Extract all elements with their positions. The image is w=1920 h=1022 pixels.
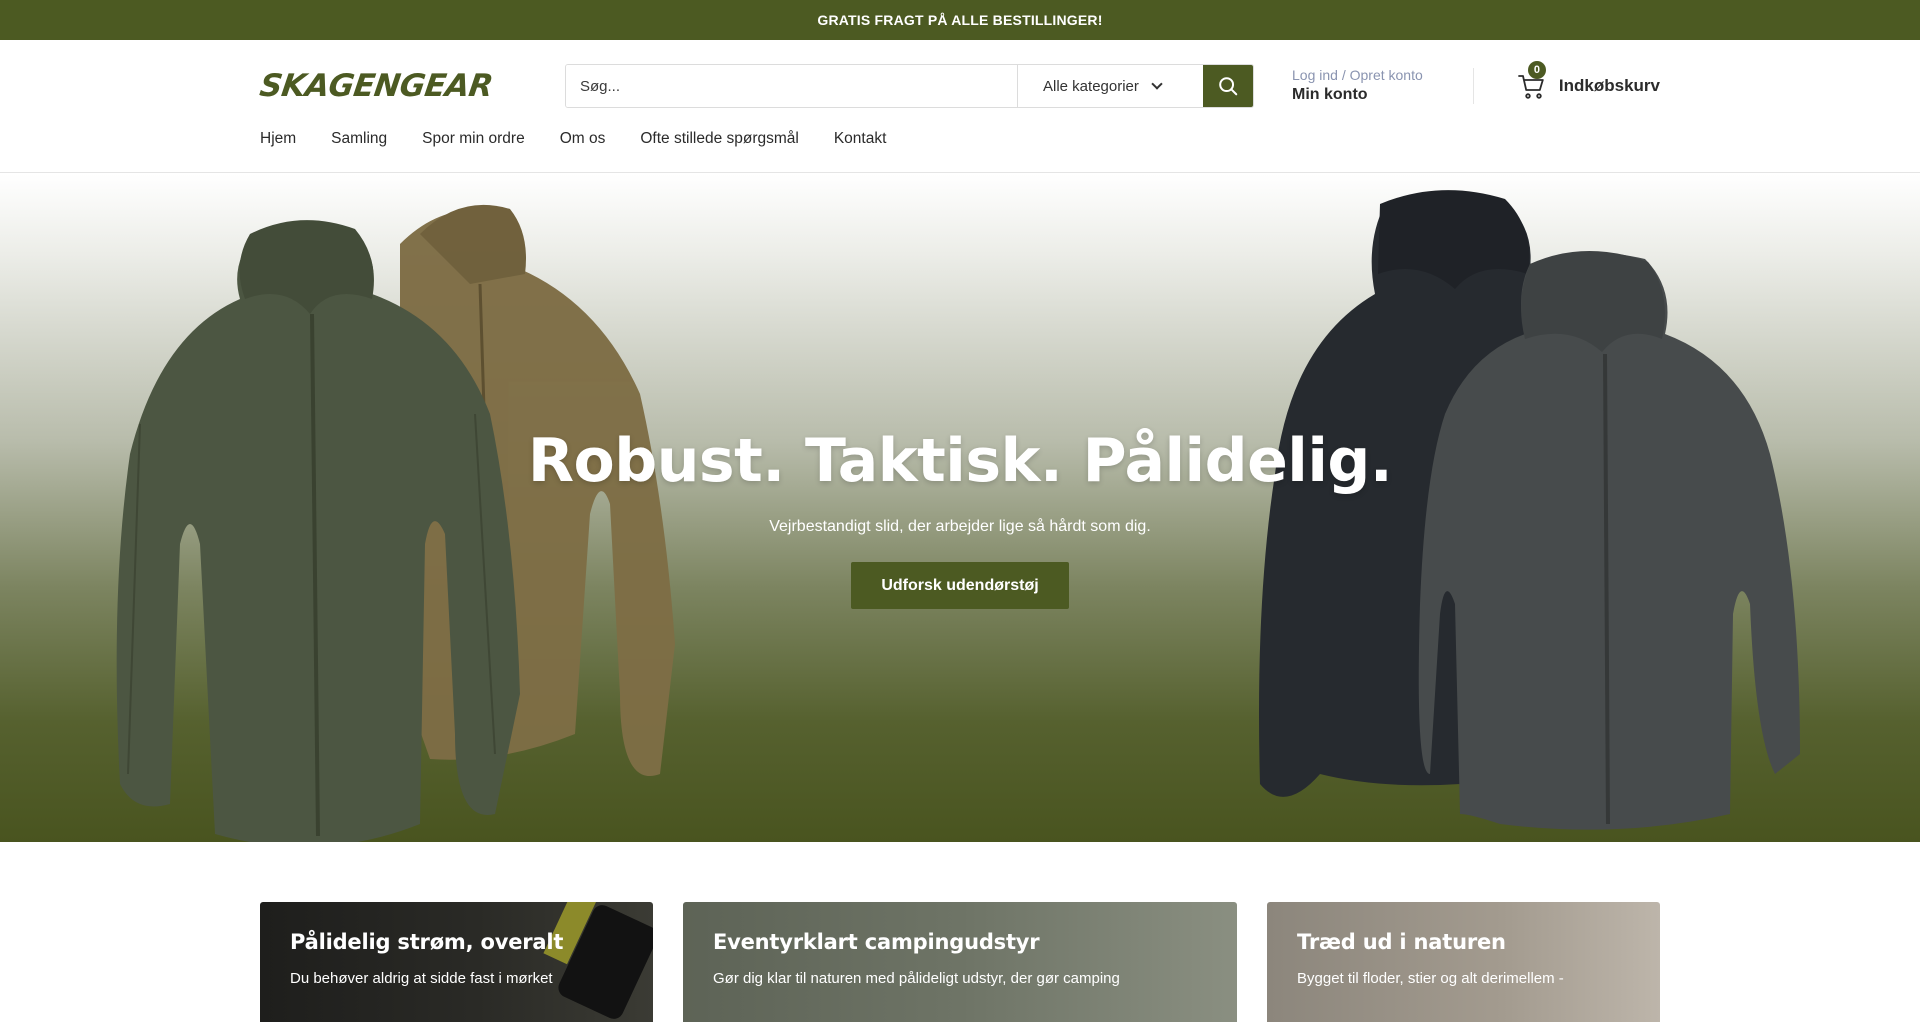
feature-card-nature[interactable]: Træd ud i naturen Bygget til floder, sti… — [1267, 902, 1660, 1022]
nav-item-track-order[interactable]: Spor min ordre — [422, 130, 525, 148]
nav-item-about[interactable]: Om os — [560, 130, 606, 148]
hero-banner: Robust. Taktisk. Pålidelig. Vejrbestandi… — [0, 174, 1920, 842]
nav-item-collection[interactable]: Samling — [331, 130, 387, 148]
cart-button[interactable]: 0 Indkøbskurv — [1517, 61, 1660, 108]
logo[interactable]: SKAGENGEAR — [257, 68, 529, 104]
announcement-bar: GRATIS FRAGT PÅ ALLE BESTILLINGER! — [0, 0, 1920, 40]
hero-content: Robust. Taktisk. Pålidelig. Vejrbestandi… — [0, 426, 1920, 609]
feature-card-title: Eventyrklart campingudstyr — [713, 930, 1040, 954]
main-nav: Hjem Samling Spor min ordre Om os Ofte s… — [260, 130, 886, 148]
hero-subtitle: Vejrbestandigt slid, der arbejder lige s… — [769, 518, 1151, 535]
explore-outerwear-button[interactable]: Udforsk udendørstøj — [851, 562, 1069, 609]
announcement-text: GRATIS FRAGT PÅ ALLE BESTILLINGER! — [817, 12, 1103, 28]
feature-cards: Pålidelig strøm, overalt Du behøver aldr… — [260, 902, 1660, 1022]
login-register-link[interactable]: Log ind / Opret konto — [1292, 66, 1423, 84]
feature-card-title: Pålidelig strøm, overalt — [290, 930, 564, 954]
header-divider — [1473, 68, 1474, 104]
feature-card-camping[interactable]: Eventyrklart campingudstyr Gør dig klar … — [683, 902, 1237, 1022]
chevron-down-icon — [1151, 78, 1163, 90]
nav-item-faq[interactable]: Ofte stillede spørgsmål — [640, 130, 799, 148]
category-select-label: Alle kategorier — [1043, 77, 1139, 95]
hero-title: Robust. Taktisk. Pålidelig. — [527, 426, 1393, 496]
feature-card-text: Du behøver aldrig at sidde fast i mørket — [290, 970, 553, 987]
site-header: SKAGENGEAR Alle kategorier Log ind / Opr… — [0, 40, 1920, 173]
feature-card-text: Bygget til floder, stier og alt derimell… — [1297, 970, 1564, 987]
search-icon — [1219, 77, 1238, 96]
my-account-label[interactable]: Min konto — [1292, 84, 1423, 106]
feature-card-power[interactable]: Pålidelig strøm, overalt Du behøver aldr… — [260, 902, 653, 1022]
account-link[interactable]: Log ind / Opret konto Min konto — [1292, 64, 1423, 108]
category-select[interactable]: Alle kategorier — [1017, 65, 1203, 107]
nav-item-contact[interactable]: Kontakt — [834, 130, 887, 148]
search-bar: Alle kategorier — [565, 64, 1254, 108]
cart-icon-wrap: 0 — [1517, 61, 1547, 101]
search-button[interactable] — [1203, 65, 1253, 107]
cart-label: Indkøbskurv — [1558, 76, 1660, 95]
feature-card-text: Gør dig klar til naturen med pålideligt … — [713, 970, 1120, 987]
feature-card-title: Træd ud i naturen — [1297, 930, 1506, 954]
search-input[interactable] — [566, 65, 1017, 107]
nav-item-home[interactable]: Hjem — [260, 130, 296, 148]
cart-count-badge: 0 — [1527, 61, 1546, 79]
